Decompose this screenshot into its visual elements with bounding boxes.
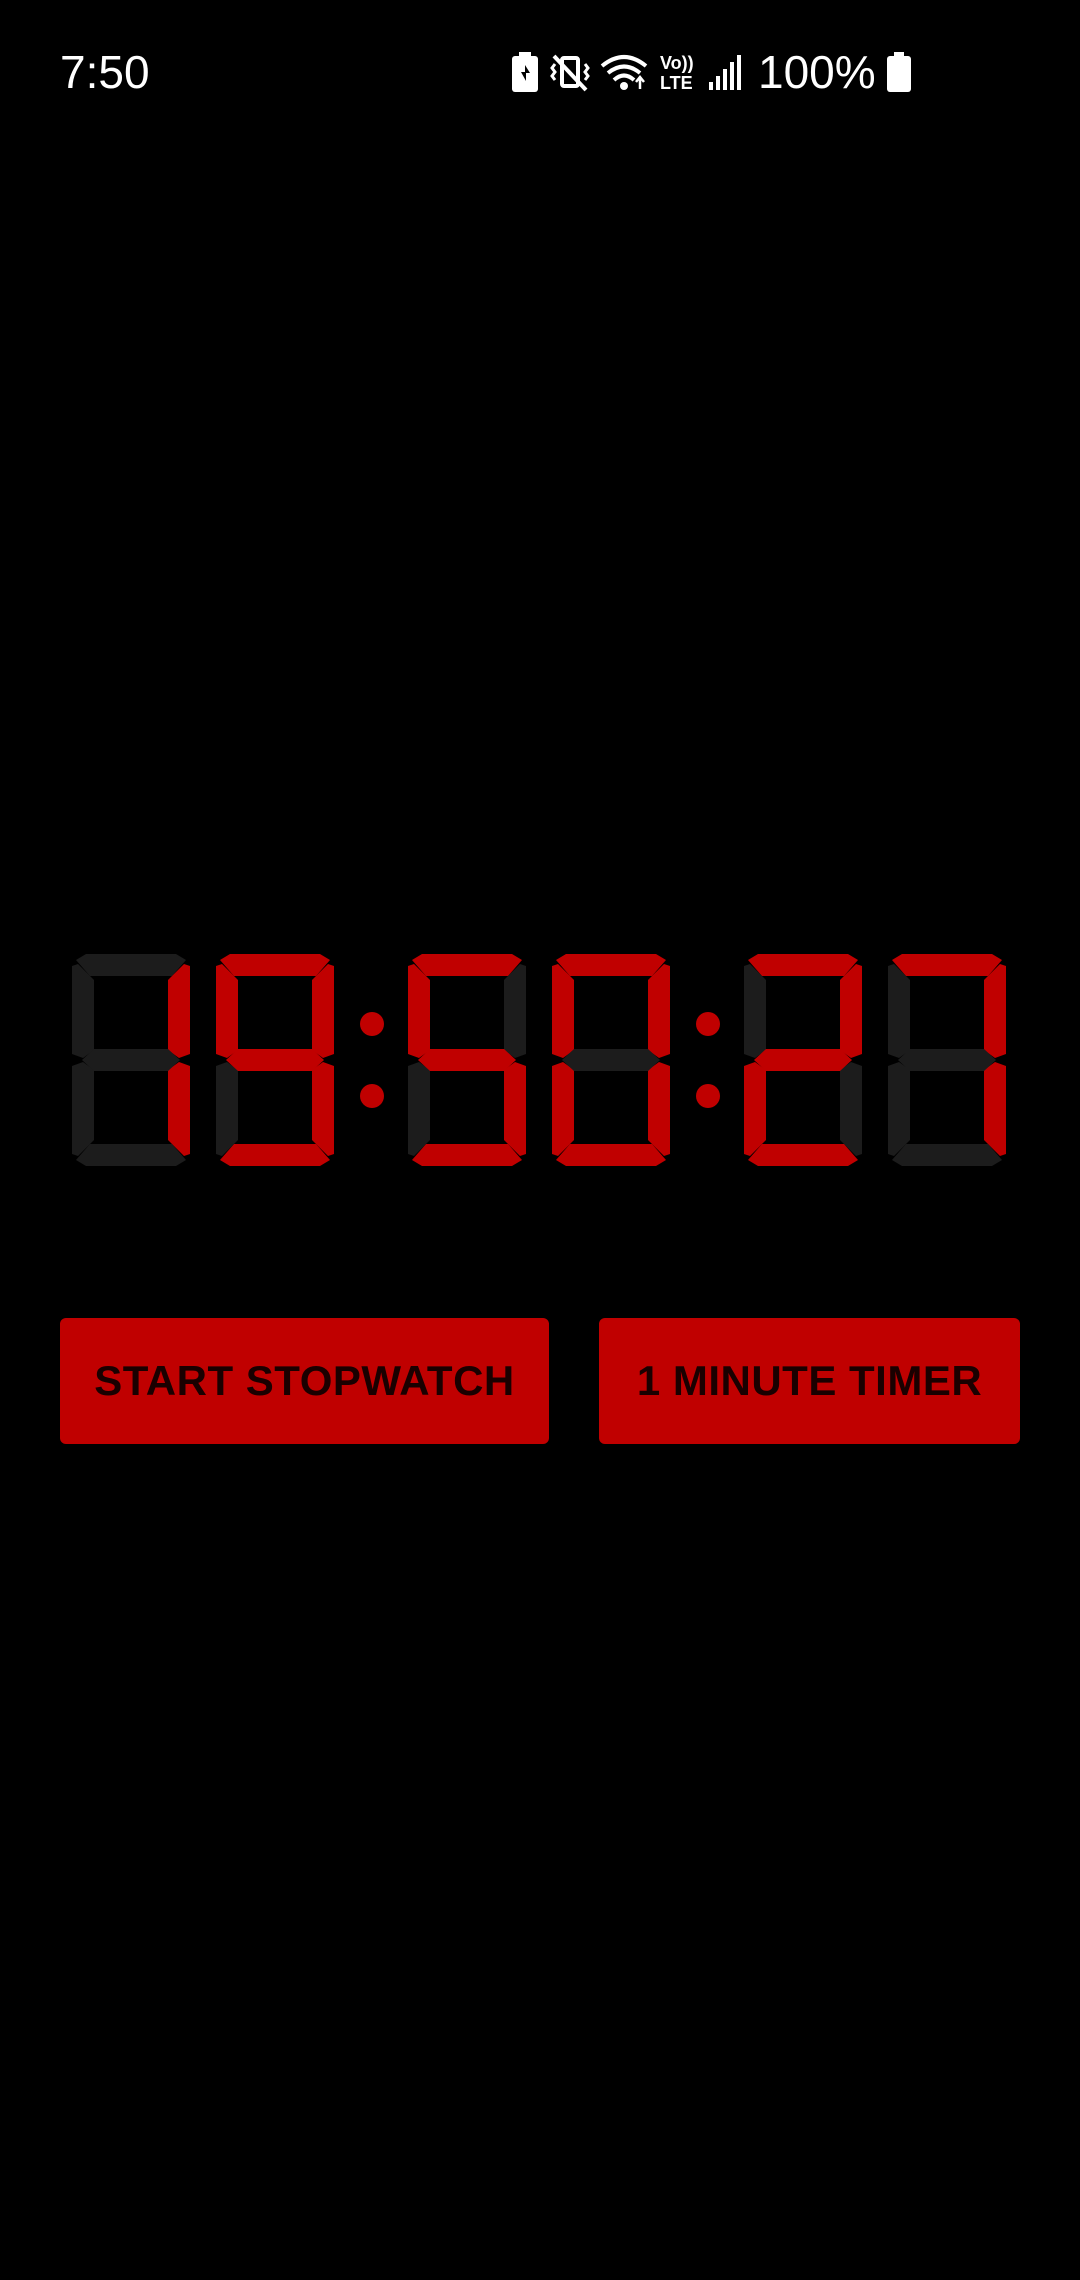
colon-dot [360,1084,384,1108]
segment-c [504,1062,526,1156]
clock-digit-4 [552,954,670,1166]
segment-f [72,964,94,1058]
segment-a [892,954,1002,976]
segment-f [888,964,910,1058]
segment-b [648,964,670,1058]
seven-segment-display [72,954,1006,1166]
segment-g [418,1049,516,1071]
segment-c [168,1062,190,1156]
clock-digit-3 [408,954,526,1166]
colon-dot [360,1012,384,1036]
status-time: 7:50 [60,46,150,98]
segment-f [744,964,766,1058]
segment-b [504,964,526,1058]
segment-b [984,964,1006,1058]
vibrate-mute-icon [550,52,590,92]
segment-a [556,954,666,976]
segment-e [216,1062,238,1156]
segment-c [312,1062,334,1156]
battery-icon [886,52,912,92]
clock-digit-2 [216,954,334,1166]
colon-dot [696,1084,720,1108]
clock-colon-1 [360,1012,384,1108]
battery-percent: 100% [758,46,876,98]
colon-dot [696,1012,720,1036]
segment-a [76,954,186,976]
segment-d [76,1144,186,1166]
segment-b [312,964,334,1058]
status-icons: Vo)) LTE 100% [510,44,912,100]
segment-d [892,1144,1002,1166]
clock-colon-2 [696,1012,720,1108]
segment-e [408,1062,430,1156]
segment-c [648,1062,670,1156]
digital-clock-display [0,940,1080,1180]
segment-b [840,964,862,1058]
clock-digit-6 [888,954,1006,1166]
svg-text:Vo)): Vo)) [660,53,694,73]
segment-d [556,1144,666,1166]
segment-b [168,964,190,1058]
signal-icon [708,52,744,92]
segment-g [898,1049,996,1071]
segment-g [754,1049,852,1071]
status-bar: 7:50 Vo)) LTE 100% [0,0,1080,150]
segment-g [82,1049,180,1071]
segment-a [220,954,330,976]
segment-d [412,1144,522,1166]
segment-a [412,954,522,976]
battery-saver-icon [510,52,540,92]
segment-c [840,1062,862,1156]
clock-digit-1 [72,954,190,1166]
segment-e [552,1062,574,1156]
segment-f [552,964,574,1058]
segment-d [220,1144,330,1166]
svg-text:LTE: LTE [660,73,693,93]
segment-g [562,1049,660,1071]
segment-e [72,1062,94,1156]
start-stopwatch-button[interactable]: START STOPWATCH [60,1318,549,1444]
segment-e [744,1062,766,1156]
segment-c [984,1062,1006,1156]
segment-e [888,1062,910,1156]
segment-a [748,954,858,976]
segment-g [226,1049,324,1071]
volte-icon: Vo)) LTE [658,51,698,93]
one-minute-timer-button[interactable]: 1 MINUTE TIMER [599,1318,1020,1444]
wifi-icon [600,52,648,92]
segment-f [216,964,238,1058]
segment-d [748,1144,858,1166]
clock-digit-5 [744,954,862,1166]
segment-f [408,964,430,1058]
